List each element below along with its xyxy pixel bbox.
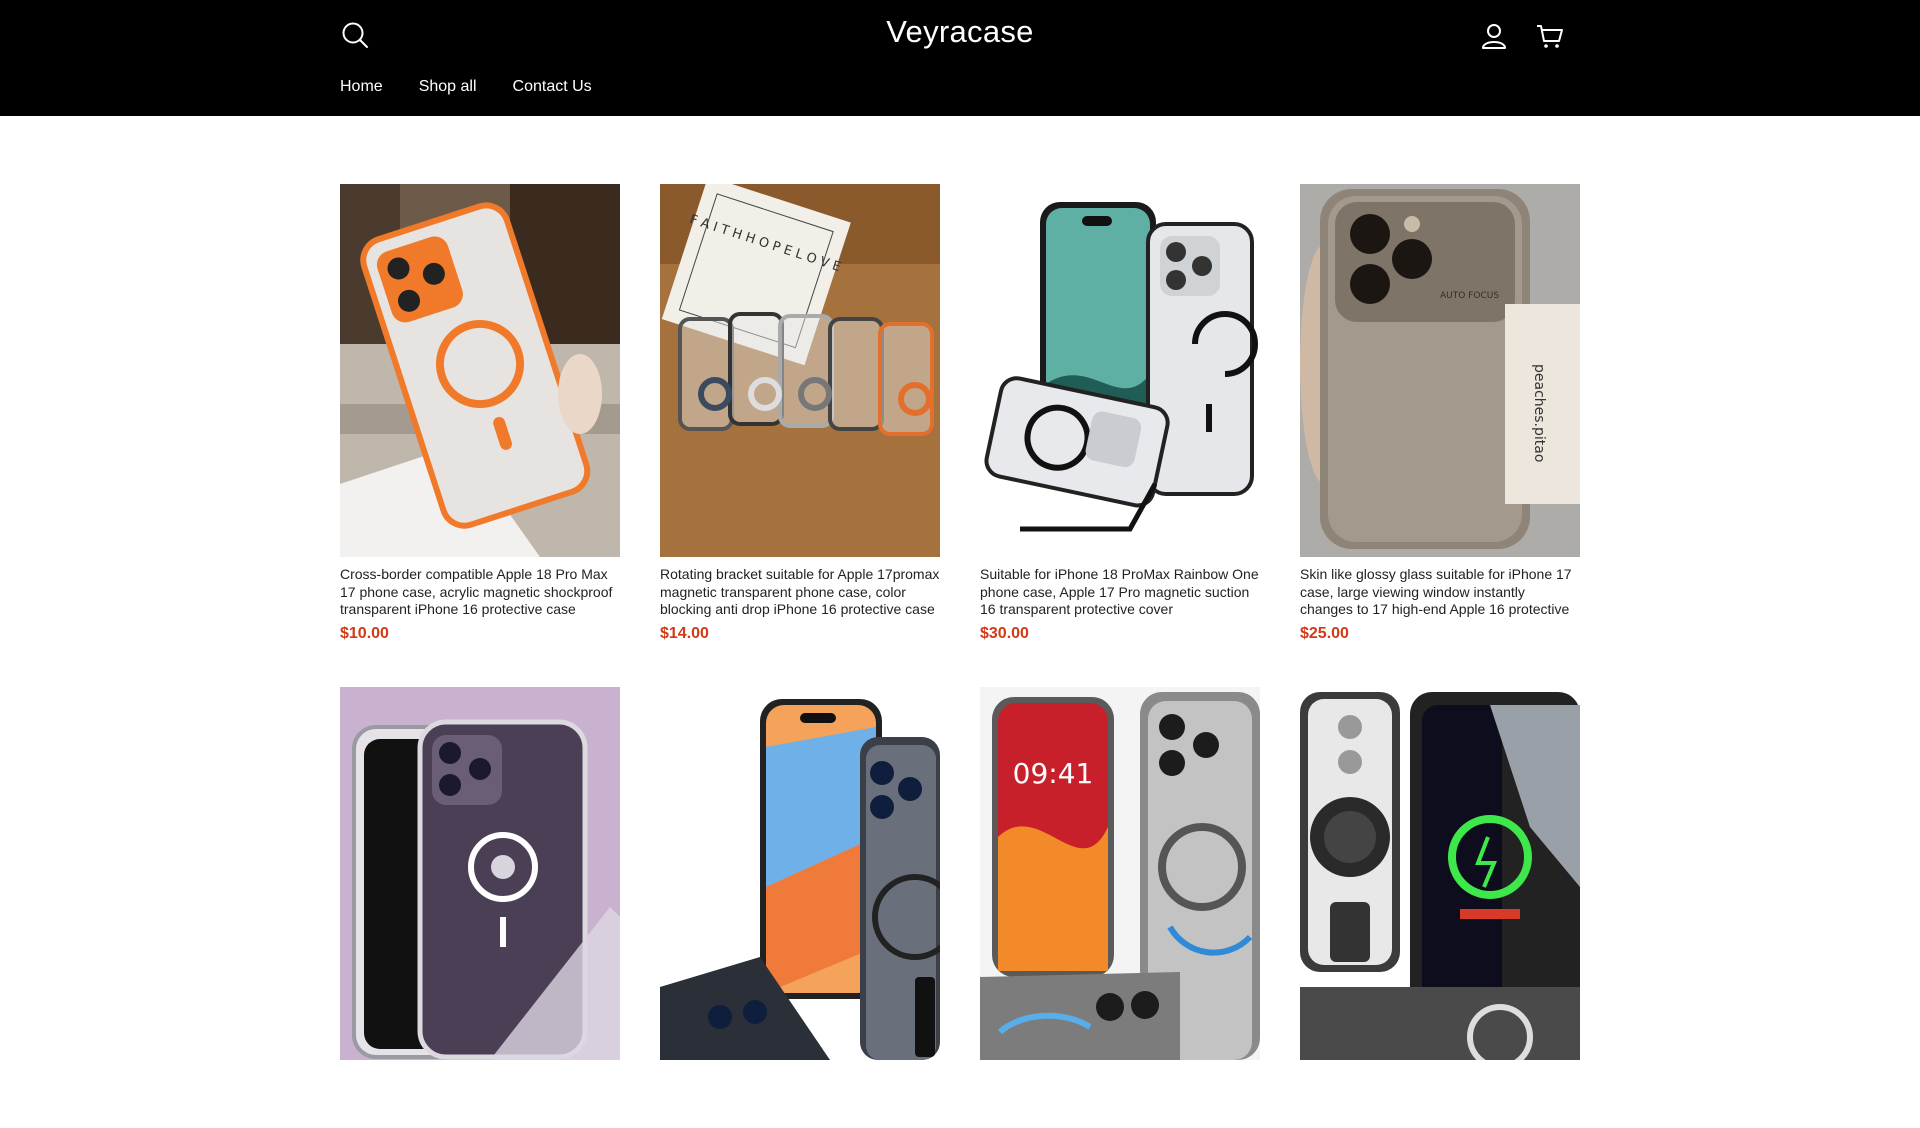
user-icon[interactable]: [1478, 20, 1510, 52]
nav-contact-us[interactable]: Contact Us: [513, 78, 592, 96]
product-card[interactable]: Cross-border compatible Apple 18 Pro Max…: [340, 184, 620, 643]
product-title[interactable]: Rotating bracket suitable for Apple 17pr…: [660, 566, 940, 618]
tag-text: peaches.pitao: [1531, 364, 1547, 462]
product-image[interactable]: [660, 687, 940, 1060]
product-card[interactable]: Suitable for iPhone 18 ProMax Rainbow On…: [980, 184, 1260, 643]
product-price: $25.00: [1300, 625, 1349, 642]
product-image[interactable]: [980, 184, 1260, 557]
product-price: $30.00: [980, 625, 1029, 642]
product-title[interactable]: [340, 1069, 620, 1121]
brand-logo: Veyracase: [340, 14, 1580, 50]
product-price: $10.00: [340, 625, 389, 642]
product-image[interactable]: [340, 184, 620, 557]
product-card[interactable]: [1300, 687, 1580, 1128]
product-card[interactable]: F A I T H H O P E L O V E Rotating brack…: [660, 184, 940, 643]
product-title[interactable]: Skin like glossy glass suitable for iPho…: [1300, 566, 1580, 618]
product-title[interactable]: [660, 1069, 940, 1121]
cart-icon[interactable]: [1534, 20, 1566, 52]
nav-shop-all[interactable]: Shop all: [419, 78, 477, 96]
main-nav: Home Shop all Contact Us: [340, 78, 592, 96]
product-image[interactable]: [1300, 687, 1580, 1060]
product-title[interactable]: [1300, 1069, 1580, 1121]
site-header: Veyracase Home Shop all Contact Us: [0, 0, 1920, 116]
header-inner: Veyracase Home Shop all Contact Us: [340, 0, 1580, 116]
brand-link[interactable]: Veyracase: [886, 14, 1033, 49]
product-title[interactable]: Suitable for iPhone 18 ProMax Rainbow On…: [980, 566, 1260, 618]
product-card[interactable]: 09:41: [980, 687, 1260, 1128]
search-icon[interactable]: [340, 20, 372, 52]
product-price: $14.00: [660, 625, 709, 642]
product-image[interactable]: AUTO FOCUS peaches.pitao: [1300, 184, 1580, 557]
product-title[interactable]: [980, 1069, 1260, 1121]
case-label: AUTO FOCUS: [1440, 291, 1499, 301]
clock-text: 09:41: [1013, 757, 1094, 790]
product-grid: Cross-border compatible Apple 18 Pro Max…: [340, 184, 1581, 1128]
product-card[interactable]: [340, 687, 620, 1128]
product-card[interactable]: [660, 687, 940, 1128]
product-image[interactable]: F A I T H H O P E L O V E: [660, 184, 940, 557]
product-title[interactable]: Cross-border compatible Apple 18 Pro Max…: [340, 566, 620, 618]
product-card[interactable]: AUTO FOCUS peaches.pitao Skin like gloss…: [1300, 184, 1580, 643]
product-image[interactable]: 09:41: [980, 687, 1260, 1060]
product-image[interactable]: [340, 687, 620, 1060]
nav-home[interactable]: Home: [340, 78, 383, 96]
